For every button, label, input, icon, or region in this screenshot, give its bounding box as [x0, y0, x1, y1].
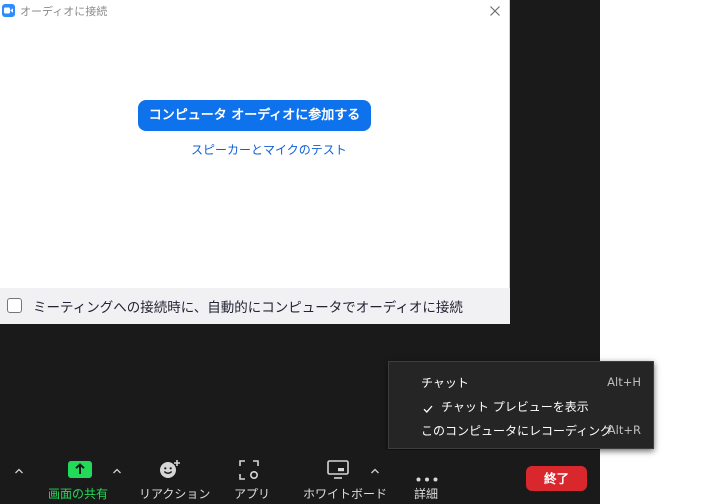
menu-item-chat[interactable]: チャット Alt+H [389, 370, 653, 394]
share-screen-button[interactable]: 画面の共有 [40, 450, 120, 504]
end-meeting-button[interactable]: 終了 [526, 466, 587, 491]
apps-icon [239, 460, 259, 484]
emoji-add-icon [159, 459, 181, 483]
meeting-background [510, 0, 600, 324]
more-button[interactable]: 詳細 [404, 450, 450, 504]
auto-join-audio-label[interactable]: ミーティングへの接続時に、自動的にコンピュータでオーディオに接続 [33, 296, 463, 316]
dialog-titlebar: オーディオに接続 [0, 0, 510, 22]
meeting-toolbar: 画面の共有 リアクション アプリ ホワイトボード 詳細 [0, 450, 600, 504]
apps-button[interactable]: アプリ [228, 450, 272, 504]
chevron-up-icon[interactable] [111, 462, 123, 474]
menu-item-record-to-computer[interactable]: このコンピュータにレコーディング Alt+R [389, 418, 653, 442]
whiteboard-label: ホワイトボード [303, 487, 388, 501]
zoom-app-icon [2, 4, 15, 17]
reactions-label: リアクション [139, 487, 211, 501]
close-icon[interactable] [486, 2, 504, 20]
more-dots-icon [416, 467, 438, 486]
audio-dialog: オーディオに接続 コンピュータ オーディオに参加する スピーカーとマイクのテスト… [0, 0, 510, 324]
chevron-up-icon[interactable] [13, 462, 25, 474]
apps-label: アプリ [234, 487, 271, 501]
share-screen-icon [68, 461, 92, 482]
auto-join-audio-checkbox[interactable] [7, 298, 22, 313]
menu-item-label: チャット プレビューを表示 [441, 400, 589, 414]
join-computer-audio-button[interactable]: コンピュータ オーディオに参加する [138, 100, 371, 131]
chevron-up-icon[interactable] [369, 462, 381, 474]
whiteboard-button[interactable]: ホワイトボード [300, 450, 387, 504]
checkmark-icon [423, 399, 433, 418]
test-speaker-mic-link[interactable]: スピーカーとマイクのテスト [191, 141, 347, 158]
reactions-button[interactable]: リアクション [135, 450, 210, 504]
menu-item-shortcut: Alt+H [607, 375, 641, 389]
menu-item-shortcut: Alt+R [607, 423, 641, 437]
more-menu: チャット Alt+H チャット プレビューを表示 このコンピュータにレコーディン… [388, 361, 654, 449]
menu-item-label: このコンピュータにレコーディング [421, 424, 613, 438]
more-label: 詳細 [414, 487, 439, 501]
share-screen-label: 画面の共有 [48, 487, 109, 501]
menu-item-chat-preview[interactable]: チャット プレビューを表示 [389, 394, 653, 418]
whiteboard-icon [327, 460, 349, 483]
menu-item-label: チャット [421, 376, 469, 390]
auto-join-audio-row: ミーティングへの接続時に、自動的にコンピュータでオーディオに接続 [0, 288, 510, 324]
dialog-title: オーディオに接続 [20, 5, 108, 18]
